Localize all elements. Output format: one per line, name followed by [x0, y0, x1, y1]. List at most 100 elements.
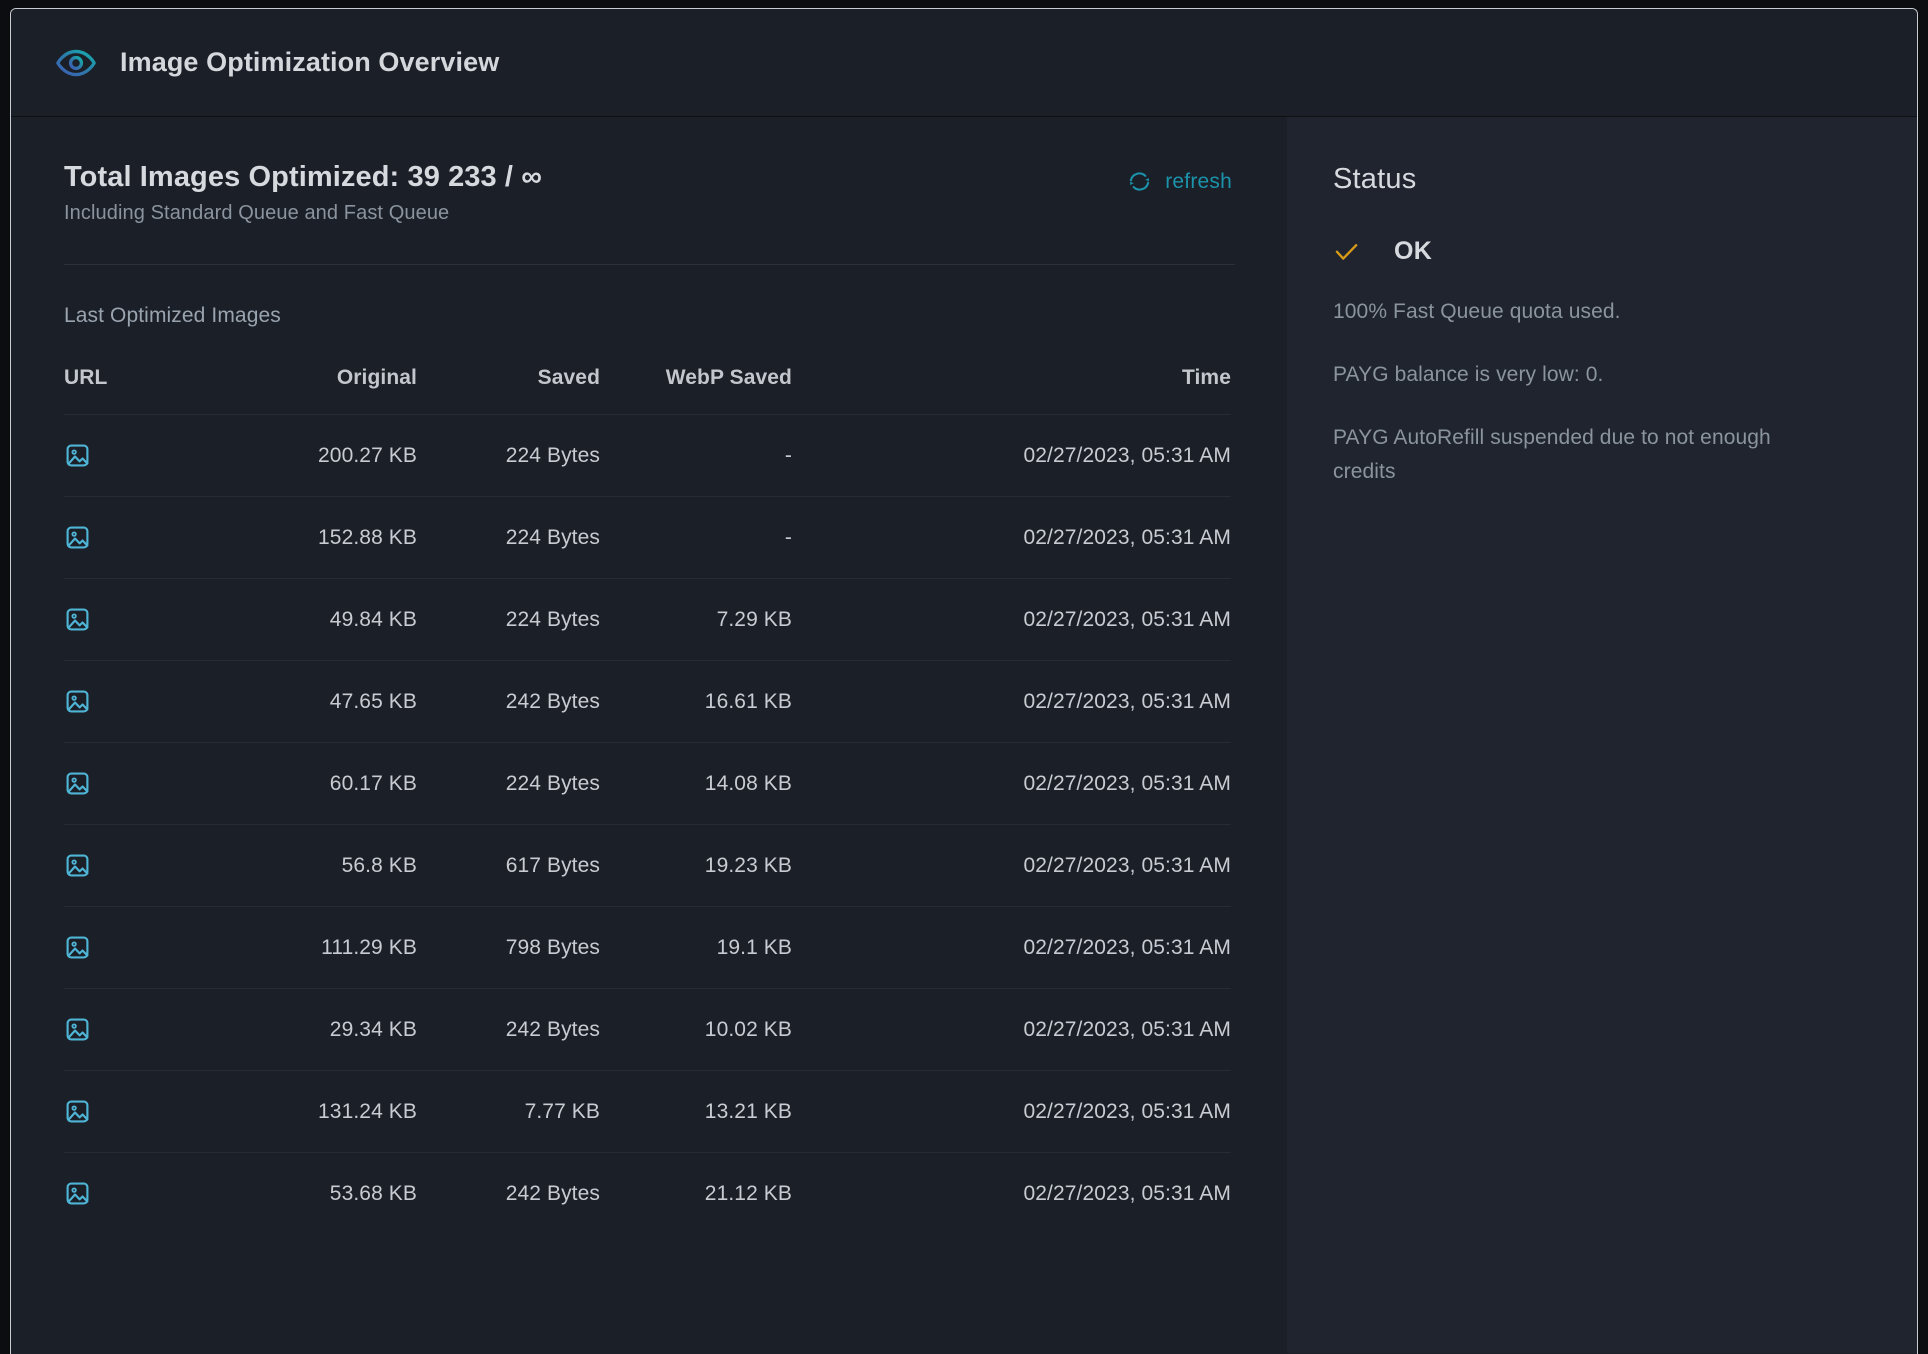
- cell-url[interactable]: [64, 660, 232, 743]
- table-row[interactable]: 56.8 KB 617 Bytes 19.23 KB 02/27/2023, 05:3…: [64, 824, 1231, 907]
- cell-url[interactable]: [64, 906, 232, 989]
- refresh-icon: [1127, 169, 1152, 194]
- cell-webp-saved: 19.23 KB: [600, 824, 792, 907]
- cell-webp-saved: 19.1 KB: [600, 906, 792, 989]
- cell-original: 200.27 KB: [232, 414, 417, 497]
- table-header: URL Original Saved WebP Saved Time: [64, 366, 1231, 415]
- table-row[interactable]: 60.17 KB 224 Bytes 14.08 KB 02/27/2023, 05:…: [64, 742, 1231, 825]
- column-header-saved: Saved: [537, 366, 600, 390]
- table-row[interactable]: 200.27 KB 224 Bytes -02/27/2023, 05:31 AM: [64, 414, 1231, 497]
- refresh-label: refresh: [1165, 169, 1232, 193]
- cell-url[interactable]: [64, 1070, 232, 1153]
- cell-original: 111.29 KB: [232, 906, 417, 989]
- cell-webp-saved: 14.08 KB: [600, 742, 792, 825]
- cell-url[interactable]: [64, 496, 232, 579]
- cell-webp-saved: 13.21 KB: [600, 1070, 792, 1153]
- cell-time: 02/27/2023, 05:31 AM: [792, 1152, 1231, 1235]
- refresh-button[interactable]: refresh: [1127, 169, 1232, 194]
- table-row[interactable]: 53.68 KB 242 Bytes 21.12 KB 02/27/2023, 05:…: [64, 1152, 1231, 1235]
- overview-pane: Total Images Optimized: 39 233 / ∞ Inclu…: [11, 117, 1287, 1353]
- cell-original: 53.68 KB: [232, 1152, 417, 1235]
- cell-original: 56.8 KB: [232, 824, 417, 907]
- total-images-subtitle: Including Standard Queue and Fast Queue: [64, 202, 450, 225]
- cell-saved: 242 Bytes: [417, 1152, 600, 1235]
- status-message-autorefill: PAYG AutoRefill suspended due to not eno…: [1333, 426, 1771, 484]
- cell-saved: 798 Bytes: [417, 906, 600, 989]
- cell-time: 02/27/2023, 05:31 AM: [792, 496, 1231, 579]
- cell-saved: 617 Bytes: [417, 824, 600, 907]
- last-optimized-images-table: URL Original Saved WebP Saved Time 200.2…: [64, 366, 1231, 1235]
- card-body: Total Images Optimized: 39 233 / ∞ Inclu…: [11, 117, 1917, 1353]
- totals-row: Total Images Optimized: 39 233 / ∞ Inclu…: [64, 161, 1235, 225]
- cell-webp-saved: -: [600, 496, 792, 579]
- image-icon[interactable]: [64, 442, 232, 469]
- cell-saved: 224 Bytes: [417, 414, 600, 497]
- section-divider: [64, 264, 1235, 266]
- column-header-url: URL: [64, 366, 108, 390]
- image-icon[interactable]: [64, 770, 232, 797]
- cell-time: 02/27/2023, 05:31 AM: [792, 906, 1231, 989]
- cell-original: 152.88 KB: [232, 496, 417, 579]
- cell-saved: 224 Bytes: [417, 496, 600, 579]
- image-icon[interactable]: [64, 688, 232, 715]
- cell-url[interactable]: [64, 578, 232, 661]
- cell-saved: 224 Bytes: [417, 742, 600, 825]
- table-header-row: URL Original Saved WebP Saved Time: [64, 366, 1231, 415]
- image-icon[interactable]: [64, 606, 232, 633]
- cell-url[interactable]: [64, 414, 232, 497]
- cell-url[interactable]: [64, 988, 232, 1071]
- status-state-label: OK: [1394, 237, 1433, 265]
- column-header-original: Original: [336, 366, 417, 390]
- eye-icon: [55, 42, 97, 84]
- cell-webp-saved: -: [600, 414, 792, 497]
- check-icon: [1333, 238, 1360, 265]
- cell-saved: 242 Bytes: [417, 988, 600, 1071]
- status-heading: Status: [1333, 163, 1417, 195]
- image-icon[interactable]: [64, 934, 232, 961]
- table-body: 200.27 KB 224 Bytes -02/27/2023, 05:31 AM 1…: [64, 414, 1231, 1235]
- table-row[interactable]: 131.24 KB 7.77 KB 13.21 KB 02/27/2023, 05:3…: [64, 1070, 1231, 1153]
- table-row[interactable]: 111.29 KB 798 Bytes 19.1 KB 02/27/2023, 05:…: [64, 906, 1231, 989]
- cell-time: 02/27/2023, 05:31 AM: [792, 414, 1231, 497]
- cell-original: 29.34 KB: [232, 988, 417, 1071]
- table-row[interactable]: 47.65 KB 242 Bytes 16.61 KB 02/27/2023, 05:…: [64, 660, 1231, 743]
- cell-webp-saved: 10.02 KB: [600, 988, 792, 1071]
- status-message-balance: PAYG balance is very low: 0.: [1333, 363, 1604, 387]
- image-optimization-card: Image Optimization Overview Total Images…: [10, 8, 1918, 1354]
- cell-original: 131.24 KB: [232, 1070, 417, 1153]
- cell-saved: 242 Bytes: [417, 660, 600, 743]
- cell-url[interactable]: [64, 742, 232, 825]
- status-pane: Status OK 100% Fast Queue quota used. PA…: [1287, 117, 1917, 1353]
- image-icon[interactable]: [64, 1098, 232, 1125]
- table-row[interactable]: 152.88 KB 224 Bytes -02/27/2023, 05:31 AM: [64, 496, 1231, 579]
- table-row[interactable]: 29.34 KB 242 Bytes 10.02 KB 02/27/2023, 05:…: [64, 988, 1231, 1071]
- cell-original: 49.84 KB: [232, 578, 417, 661]
- cell-original: 47.65 KB: [232, 660, 417, 743]
- column-header-webp-saved: WebP Saved: [665, 366, 792, 390]
- last-optimized-images-label: Last Optimized Images: [64, 304, 281, 328]
- page-title: Image Optimization Overview: [120, 47, 500, 77]
- table-row[interactable]: 49.84 KB 224 Bytes 7.29 KB 02/27/2023, 05:3…: [64, 578, 1231, 661]
- cell-time: 02/27/2023, 05:31 AM: [792, 1070, 1231, 1153]
- cell-url[interactable]: [64, 824, 232, 907]
- cell-time: 02/27/2023, 05:31 AM: [792, 988, 1231, 1071]
- status-message-quota: 100% Fast Queue quota used.: [1333, 300, 1621, 323]
- cell-time: 02/27/2023, 05:31 AM: [792, 578, 1231, 661]
- cell-time: 02/27/2023, 05:31 AM: [792, 742, 1231, 825]
- cell-webp-saved: 21.12 KB: [600, 1152, 792, 1235]
- column-header-time: Time: [1181, 366, 1231, 390]
- image-icon[interactable]: [64, 852, 232, 879]
- screenshot-root: Image Optimization Overview Total Images…: [0, 0, 1928, 1354]
- card-header: Image Optimization Overview: [11, 9, 1917, 117]
- cell-saved: 224 Bytes: [417, 578, 600, 661]
- status-badge: OK: [1333, 237, 1877, 266]
- cell-time: 02/27/2023, 05:31 AM: [792, 660, 1231, 743]
- total-images-optimized: Total Images Optimized: 39 233 / ∞: [64, 161, 543, 193]
- cell-time: 02/27/2023, 05:31 AM: [792, 824, 1231, 907]
- cell-url[interactable]: [64, 1152, 232, 1235]
- cell-saved: 7.77 KB: [417, 1070, 600, 1153]
- image-icon[interactable]: [64, 1016, 232, 1043]
- image-icon[interactable]: [64, 524, 232, 551]
- image-icon[interactable]: [64, 1180, 232, 1207]
- cell-webp-saved: 7.29 KB: [600, 578, 792, 661]
